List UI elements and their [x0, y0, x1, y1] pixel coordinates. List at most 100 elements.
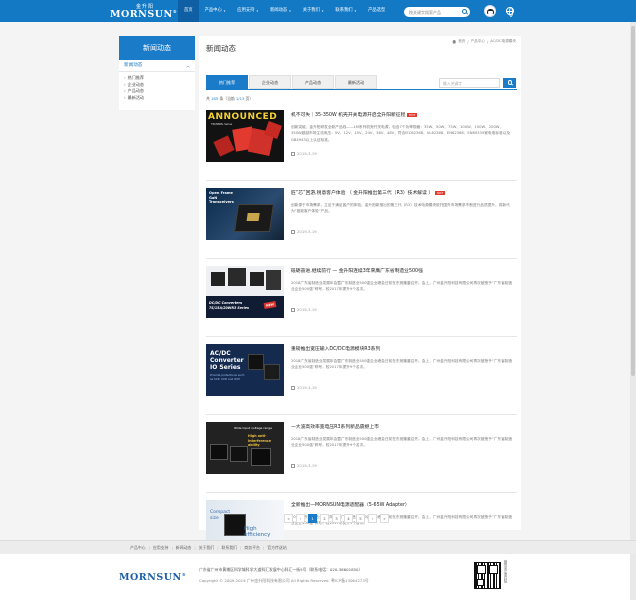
- footer-link[interactable]: 联系我们: [219, 545, 241, 551]
- page-button[interactable]: ‹: [296, 514, 305, 523]
- search-icon: [507, 80, 512, 85]
- news-title-text: 重磅推出宽压输入DC/DC电源模块R3系列: [291, 347, 381, 352]
- news-tabs: 热门推荐 企业动态 产品动态 最新活动: [206, 75, 377, 89]
- news-search-button[interactable]: [503, 78, 516, 88]
- tab[interactable]: 最新活动: [335, 75, 377, 89]
- calendar-icon: [291, 463, 295, 468]
- globe-icon[interactable]: [506, 7, 514, 17]
- breadcrumb-separator: /: [467, 39, 469, 44]
- news-item[interactable]: Wide input voltage range High anti-interf…: [206, 415, 517, 493]
- breadcrumb-separator: /: [487, 39, 489, 44]
- footer-logo[interactable]: MORNSUN®: [119, 572, 186, 583]
- news-title[interactable]: 机不可失｜35-350W 机壳开关电源开启全升阳新征程 HOT: [291, 111, 417, 118]
- tab[interactable]: 热门推荐: [206, 75, 248, 89]
- chevron-up-icon[interactable]: ︿: [186, 60, 190, 72]
- news-date: 2019-3-19: [291, 385, 317, 390]
- nav-item-label: 产品选型: [368, 8, 386, 13]
- count-page: 1/13: [235, 96, 245, 101]
- news-date-text: 2019-3-19: [297, 307, 317, 312]
- nav-item[interactable]: 联系我们 ▾: [329, 0, 362, 22]
- home-icon[interactable]: [452, 39, 457, 44]
- page-button[interactable]: ›: [368, 514, 377, 523]
- tab[interactable]: 产品动态: [292, 75, 334, 89]
- news-thumbnail[interactable]: AC/DC Converter IO Series Provide protect…: [206, 344, 284, 396]
- sidebar-item[interactable]: 最新活动: [124, 95, 195, 102]
- news-thumbnail[interactable]: Wide input voltage range High anti-interf…: [206, 422, 284, 474]
- scrollbar-thumb[interactable]: [631, 26, 635, 376]
- footer-link[interactable]: 商务平台: [241, 545, 263, 551]
- news-item[interactable]: AC/DC Converter IO Series Provide protect…: [206, 337, 517, 415]
- news-date-text: 2019-3-19: [297, 463, 317, 468]
- news-title-text: 机不可失｜35-350W 机壳开关电源开启全升阳新征程: [291, 113, 406, 118]
- caret-down-icon: ▾: [223, 9, 226, 13]
- page-button[interactable]: 3: [332, 514, 341, 523]
- mascot-icon[interactable]: [484, 5, 496, 17]
- footer-links: 产品中心 | 应用支持 | 新闻动态 | 关于我们 | 联系我们 | 商务平台 | 官方传送站: [0, 540, 636, 554]
- footer-link[interactable]: 产品中心: [127, 545, 149, 551]
- page-button[interactable]: «: [284, 514, 293, 523]
- footer-link[interactable]: 应用支持: [150, 545, 172, 551]
- news-title[interactable]: 匠“芯”回游,锐意客户体验 （ 金升阳推出第三代（R3）技术解读 ） HOT: [291, 189, 445, 196]
- news-date-text: 2019-3-19: [297, 151, 317, 156]
- page-button[interactable]: 5: [356, 514, 365, 523]
- pagination: «‹ 1 2 3 4 5 ›»: [284, 514, 389, 523]
- nav-item-label: 新闻动态: [270, 8, 288, 13]
- footer-link[interactable]: 关于我们: [196, 545, 218, 551]
- news-title[interactable]: 一大波高效率宽电压R3系列新品震撼上市: [291, 423, 379, 430]
- breadcrumb-item[interactable]: 产品中心: [471, 39, 485, 44]
- header-search-input[interactable]: [404, 7, 460, 17]
- thumb-heading: DC/DC Converters 7S/15A/20WR3 Series: [209, 301, 249, 310]
- sidebar: 新闻动态 新闻动态 ︿ 热门推荐企业动态产品动态最新活动: [119, 36, 195, 110]
- breadcrumb-item[interactable]: AC/DC电源模块: [490, 39, 516, 44]
- news-description: 2018广东省制造业发展年会暨广东制造业500强企业峰会日前在东莞隆重召开。会上…: [291, 437, 513, 448]
- nav-item[interactable]: 产品中心 ▾: [199, 0, 232, 22]
- sidebar-section-header[interactable]: 新闻动态 ︿: [119, 60, 195, 72]
- breadcrumb-item[interactable]: 首页: [458, 39, 465, 44]
- news-search: [439, 78, 500, 88]
- news-description: 2018广东省制造业发展年会暨广东制造业500强企业峰会日前在东莞隆重召开。会上…: [291, 281, 513, 292]
- news-title-text: 全新推出—MORNSUN电源适配器（5-65W Adapter）: [291, 503, 410, 508]
- thumb-subtext: High efficiency: [244, 526, 271, 538]
- news-date-text: 2019-3-19: [297, 229, 317, 234]
- nav-item-label: 关于我们: [302, 8, 320, 13]
- nav-item[interactable]: 应用支持 ▾: [231, 0, 264, 22]
- page-scrollbar[interactable]: [630, 22, 636, 600]
- tab[interactable]: 企业动态: [249, 75, 291, 89]
- main-nav: 首页 产品中心 ▾ 应用支持 ▾ 新闻动态 ▾ 关于我们 ▾ 联系我们 ▾ 产品选型: [178, 0, 391, 22]
- news-item[interactable]: DC/DC Converters 7S/15A/20WR3 Series NEW 砥…: [206, 259, 517, 337]
- news-search-input[interactable]: [440, 79, 499, 87]
- news-date: 2019-3-19: [291, 463, 317, 468]
- nav-item[interactable]: 关于我们 ▾: [297, 0, 330, 22]
- page-button[interactable]: 1: [308, 514, 317, 523]
- caret-down-icon: ▾: [256, 9, 258, 13]
- thumb-heading: AC/DC Converter IO Series: [210, 350, 244, 371]
- news-title[interactable]: 全新推出—MORNSUN电源适配器（5-65W Adapter）: [291, 501, 410, 508]
- nav-item-label: 首页: [184, 8, 193, 13]
- news-thumbnail[interactable]: ANNOUNCED TRI/NMBL Series: [206, 110, 284, 162]
- news-item[interactable]: Open Frame GaN Transceivers 匠“芯”回游,锐意客户体验…: [206, 181, 517, 259]
- calendar-icon: [291, 307, 295, 312]
- thumb-heading: Compact size: [210, 510, 231, 521]
- news-thumbnail[interactable]: DC/DC Converters 7S/15A/20WR3 Series NEW: [206, 266, 284, 318]
- page-button[interactable]: 2: [320, 514, 329, 523]
- news-title[interactable]: 重磅推出宽压输入DC/DC电源模块R3系列: [291, 345, 380, 352]
- hot-badge: HOT: [407, 112, 417, 117]
- page-button[interactable]: 4: [344, 514, 353, 523]
- news-description: 创新突破，金升阳研发全新产品线——LM系列机壳开关电源，包含7个功率规格：35W…: [291, 125, 511, 142]
- news-title[interactable]: 砥砺奋进,继续前行 — 金升阳连续3年荣膺广东省制造业500强: [291, 267, 423, 274]
- calendar-icon: [291, 229, 295, 234]
- nav-item[interactable]: 首页: [178, 0, 199, 22]
- page-button[interactable]: »: [380, 514, 389, 523]
- nav-item[interactable]: 新闻动态 ▾: [264, 0, 297, 22]
- footer-link[interactable]: 官方传送站: [264, 545, 289, 551]
- hot-badge: HOT: [435, 190, 445, 195]
- qr-label: 微信关注金升阳: [503, 560, 507, 584]
- footer-link[interactable]: 新闻动态: [173, 545, 195, 551]
- count-suffix: 页）: [245, 96, 254, 101]
- search-icon[interactable]: [462, 9, 467, 14]
- sidebar-section-label: 新闻动态: [124, 63, 143, 68]
- nav-item[interactable]: 产品选型: [362, 0, 391, 22]
- news-thumbnail[interactable]: Open Frame GaN Transceivers: [206, 188, 284, 240]
- news-date-text: 2019-3-19: [297, 385, 317, 390]
- news-item[interactable]: ANNOUNCED TRI/NMBL Series 机不可失｜35-350W 机壳开…: [206, 103, 517, 181]
